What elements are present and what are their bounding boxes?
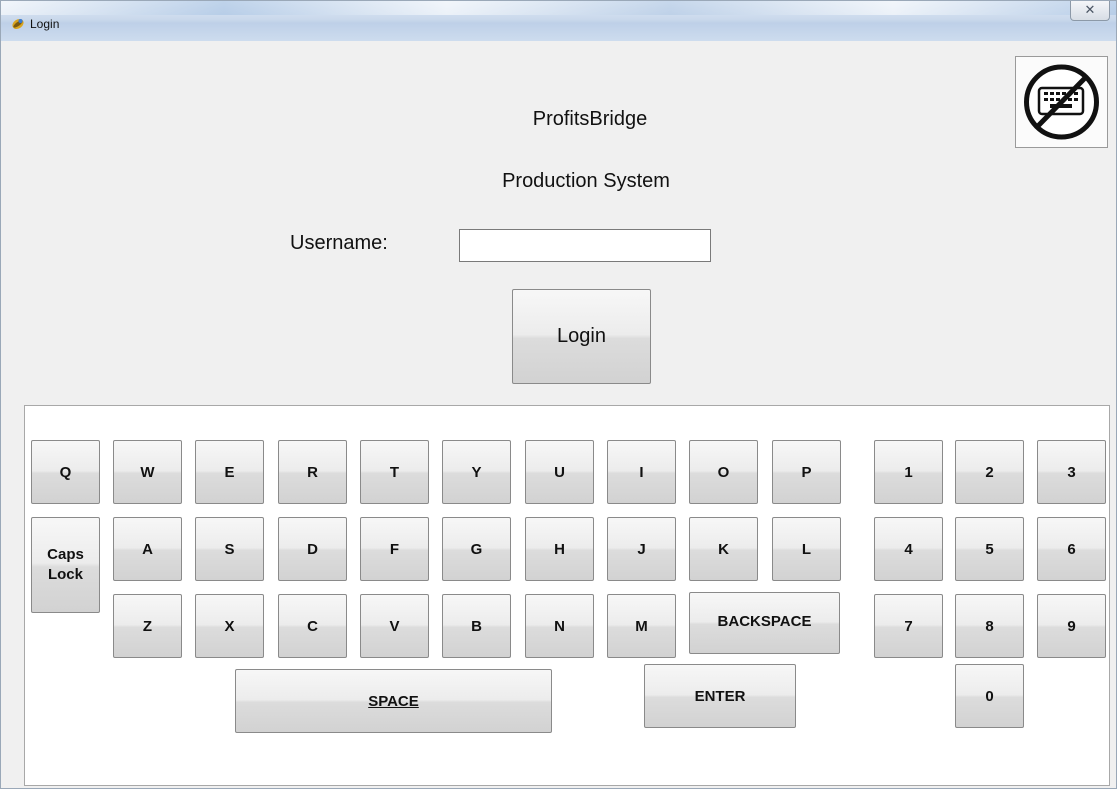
key-a[interactable]: A (113, 517, 182, 581)
app-name: ProfitsBridge (532, 108, 648, 130)
key-k[interactable]: K (689, 517, 758, 581)
username-input[interactable] (459, 229, 711, 262)
key-5[interactable]: 5 (955, 517, 1024, 581)
key-7[interactable]: 7 (874, 594, 943, 658)
space-key[interactable]: SPACE (235, 669, 552, 733)
app-icon (12, 18, 24, 30)
keyboard-toggle-button[interactable] (1015, 56, 1108, 148)
window-title: Login (30, 17, 60, 31)
caps-lock-key[interactable]: Caps Lock (31, 517, 100, 613)
key-3[interactable]: 3 (1037, 440, 1106, 504)
key-n[interactable]: N (525, 594, 594, 658)
key-f[interactable]: F (360, 517, 429, 581)
close-icon: ✕ (1084, 2, 1096, 17)
key-j[interactable]: J (607, 517, 676, 581)
enter-key[interactable]: ENTER (644, 664, 796, 728)
key-x[interactable]: X (195, 594, 264, 658)
key-c[interactable]: C (278, 594, 347, 658)
key-4[interactable]: 4 (874, 517, 943, 581)
key-i[interactable]: I (607, 440, 676, 504)
key-1[interactable]: 1 (874, 440, 943, 504)
key-b[interactable]: B (442, 594, 511, 658)
key-q[interactable]: Q (31, 440, 100, 504)
key-9[interactable]: 9 (1037, 594, 1106, 658)
key-p[interactable]: P (772, 440, 841, 504)
key-6[interactable]: 6 (1037, 517, 1106, 581)
key-t[interactable]: T (360, 440, 429, 504)
on-screen-keyboard: Q W E R T Y U I O P Caps Lock A S D F G H… (24, 405, 1110, 786)
key-e[interactable]: E (195, 440, 264, 504)
key-g[interactable]: G (442, 517, 511, 581)
key-d[interactable]: D (278, 517, 347, 581)
key-w[interactable]: W (113, 440, 182, 504)
login-button[interactable]: Login (512, 289, 651, 384)
key-m[interactable]: M (607, 594, 676, 658)
login-window: Login ✕ ProfitsBridge Production System … (0, 0, 1117, 789)
key-v[interactable]: V (360, 594, 429, 658)
key-l[interactable]: L (772, 517, 841, 581)
key-0[interactable]: 0 (955, 664, 1024, 728)
key-h[interactable]: H (525, 517, 594, 581)
key-s[interactable]: S (195, 517, 264, 581)
username-label: Username: (290, 232, 388, 254)
key-8[interactable]: 8 (955, 594, 1024, 658)
caps-lock-label: Caps Lock (47, 546, 84, 583)
key-y[interactable]: Y (442, 440, 511, 504)
key-r[interactable]: R (278, 440, 347, 504)
close-button[interactable]: ✕ (1070, 1, 1110, 21)
backspace-key[interactable]: BACKSPACE (689, 592, 840, 654)
system-name: Production System (502, 170, 670, 192)
keyboard-disabled-icon (1024, 64, 1099, 140)
key-u[interactable]: U (525, 440, 594, 504)
title-bar: Login ✕ (1, 1, 1116, 41)
login-form-area: ProfitsBridge Production System Username… (8, 41, 1113, 786)
key-z[interactable]: Z (113, 594, 182, 658)
key-o[interactable]: O (689, 440, 758, 504)
key-2[interactable]: 2 (955, 440, 1024, 504)
